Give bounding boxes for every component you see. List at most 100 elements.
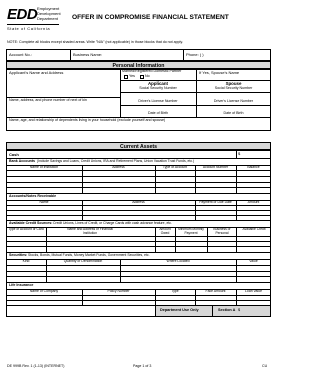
credit-col-institution: Name and Address of Financial Institutio…	[67, 227, 113, 235]
credit-col-biz-personal: Business or Personal	[213, 227, 231, 235]
securities-col-location: Where Located	[166, 259, 190, 263]
life-col-policy: Policy Number	[107, 289, 130, 293]
spouse-dob-field[interactable]: Date of Birth	[196, 111, 271, 116]
section-a-dollar: $	[238, 308, 241, 312]
receivable-header-bottom	[6, 205, 271, 206]
current-assets-header: Current Assets	[6, 142, 271, 150]
personal-row-4	[120, 105, 271, 106]
life-header-bottom	[6, 295, 271, 296]
receivable-col-address: Address	[132, 200, 145, 204]
life-col-company: Name of Company	[29, 289, 59, 293]
account-row-divider-1	[70, 49, 71, 61]
applicant-dl-field[interactable]: Driver's License Number	[120, 99, 196, 104]
life-col-loan-value: Loan Value	[245, 289, 262, 293]
logo-rule	[7, 24, 59, 25]
credit-v1	[46, 227, 47, 252]
credit-row-1	[6, 241, 271, 242]
credit-col-type: Type of Account or Card	[8, 227, 44, 231]
credit-col-min-payment: Minimum Monthly Payment	[178, 227, 204, 235]
life-col-face-amount: Face Amount	[205, 289, 226, 293]
spouse-name-field[interactable]: If Yes, Spouse's Name	[199, 71, 239, 75]
life-v2	[155, 289, 156, 305]
personal-info-header: Personal Information	[6, 61, 271, 69]
edd-logo-text: EDD	[7, 6, 38, 23]
applicant-name-address-field[interactable]: Applicant's Name and Address	[9, 71, 63, 75]
securities-col-value: Value	[249, 259, 258, 263]
receivables-title: Accounts/Notes Receivable	[9, 194, 57, 198]
credit-v3	[175, 227, 176, 252]
personal-col-2	[196, 69, 197, 117]
form-title: OFFER IN COMPROMISE FINANCIAL STATEMENT	[72, 14, 229, 21]
receivable-col-amount: Amount	[247, 200, 260, 204]
bank-v3	[195, 165, 196, 193]
department-use-divider	[212, 305, 213, 317]
agency-line-3: Department	[37, 16, 58, 21]
form-id: DE 999B Rev. 1 (1-13) (INTERNET)	[7, 364, 65, 368]
spouse-ssn-field[interactable]: Social Security Number	[196, 86, 271, 91]
account-row	[6, 49, 271, 61]
bank-v1	[82, 165, 83, 193]
credit-v2	[155, 227, 156, 252]
department-use-label: Department Use Only	[160, 308, 199, 312]
applicant-ssn-field[interactable]: Social Security Number	[120, 86, 196, 91]
credit-v5	[236, 227, 237, 252]
bank-col-account-number: Account Number	[202, 165, 229, 169]
marital-no-checkbox[interactable]	[140, 75, 144, 79]
personal-info-heading: Personal Information	[112, 62, 165, 69]
cash-dollar: $	[238, 151, 241, 156]
marital-yes-checkbox[interactable]	[124, 75, 128, 79]
bank-accounts-desc: (Include Savings and Loans, Credit Union…	[37, 159, 195, 163]
life-col-type: Type	[171, 289, 179, 293]
account-row-divider-2	[183, 49, 184, 61]
section-a-label: Section A	[218, 308, 236, 312]
dependents-field[interactable]: Name, age, and relationship of dependent…	[9, 118, 165, 123]
life-v4	[236, 289, 237, 305]
applicant-dob-field[interactable]: Date of Birth	[120, 111, 196, 116]
bank-row-3	[6, 187, 271, 188]
bank-v4	[236, 165, 237, 193]
credit-title: Available Credit Sources:	[9, 221, 53, 225]
securities-title: Securities:	[9, 253, 28, 257]
bank-col-institution: Name of Institution	[29, 165, 59, 169]
business-name-field[interactable]: Business Name:	[73, 53, 102, 57]
current-assets-heading: Current Assets	[120, 143, 157, 150]
life-v3	[195, 289, 196, 305]
account-no-field[interactable]: Account No.:	[9, 53, 32, 57]
credit-col-owed: Amount Owed	[159, 227, 171, 235]
cash-label: Cash	[9, 152, 19, 157]
form-note: NOTE: Complete all blocks except shaded …	[7, 40, 184, 44]
life-row-1	[6, 300, 271, 301]
marital-yes-label: Yes	[129, 74, 135, 78]
bank-col-address: Address	[112, 165, 125, 169]
securities-desc: Stocks, Bonds, Mutual Funds, Money Marke…	[28, 253, 150, 257]
bank-v2	[155, 165, 156, 193]
cash-amount-divider	[236, 150, 237, 158]
next-of-kin-field[interactable]: Name, address, and phone number of next …	[9, 98, 87, 103]
personal-row-1	[120, 80, 271, 81]
bank-row-2	[6, 182, 271, 183]
credit-desc: Credit Unions, Lines of Credit, or Charg…	[53, 221, 172, 225]
receivable-col-name: Name	[39, 200, 49, 204]
securities-col-kind: Kind	[22, 259, 30, 263]
credit-v4	[207, 227, 208, 252]
phone-field[interactable]: Phone: ( )	[186, 53, 204, 57]
securities-col-quantity: Quantity or Denomination	[63, 259, 103, 263]
bank-col-type: Type of Account	[162, 165, 188, 169]
securities-row-2	[6, 276, 271, 277]
spouse-dl-field[interactable]: Driver's License Number	[196, 99, 271, 104]
state-line: State of California	[7, 26, 51, 31]
personal-row-2	[120, 92, 271, 93]
receivable-row-2	[6, 215, 271, 216]
marital-no-label: No	[145, 74, 150, 78]
credit-row-2	[6, 246, 271, 247]
personal-col-1	[120, 69, 121, 117]
receivable-row-1	[6, 210, 271, 211]
bank-header-bottom	[6, 170, 271, 171]
receivable-col-due-date: Payment or Due Date	[199, 200, 232, 204]
page-number: Page 1 of 3	[133, 364, 152, 368]
life-insurance-title: Life Insurance	[9, 283, 34, 287]
form-code: CU	[262, 364, 268, 368]
bank-row-1	[6, 176, 271, 177]
securities-row-1	[6, 271, 271, 272]
life-v1	[82, 289, 83, 305]
